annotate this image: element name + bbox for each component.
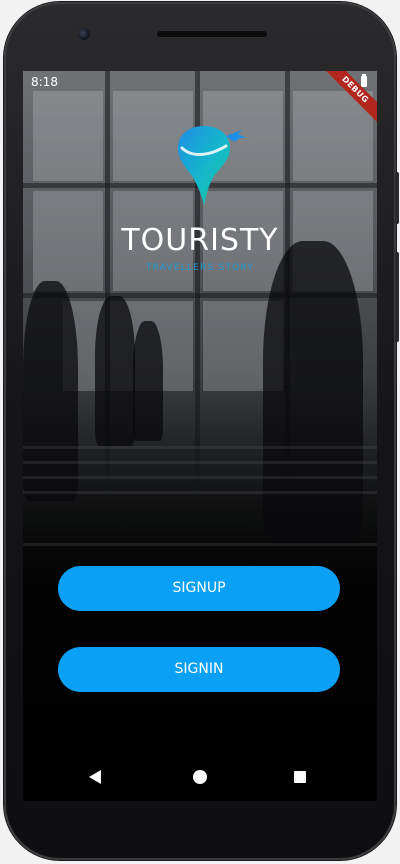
earpiece-speaker <box>156 30 268 38</box>
background-stair <box>23 476 377 479</box>
background-stair <box>23 543 377 546</box>
brand-subtitle: TRAVELLERS STORY <box>145 263 255 273</box>
map-pin-plane-icon <box>178 126 246 206</box>
person-silhouette <box>263 241 363 541</box>
volume-button <box>395 252 399 342</box>
recents-icon[interactable] <box>294 771 306 783</box>
signup-button[interactable]: SIGNUP <box>58 566 340 611</box>
back-icon[interactable] <box>89 770 101 784</box>
background-stair <box>23 446 377 449</box>
status-time: 8:18 <box>31 75 58 89</box>
app-screen: 8:18 DEBUG TOURISTY TRAVELLERS STORY SIG… <box>23 71 377 753</box>
brand-title: TOURISTY <box>121 223 279 258</box>
signin-button[interactable]: SIGNIN <box>58 647 340 692</box>
phone-frame: 8:18 DEBUG TOURISTY TRAVELLERS STORY SIG… <box>0 0 400 864</box>
front-camera <box>78 28 90 40</box>
power-button <box>395 172 399 224</box>
battery-icon <box>361 74 367 87</box>
person-silhouette <box>133 321 163 441</box>
system-navigation-bar <box>23 753 377 801</box>
background-window <box>33 91 103 181</box>
background-stair <box>23 491 377 494</box>
background-stair <box>23 461 377 464</box>
home-icon[interactable] <box>193 770 207 784</box>
status-bar: 8:18 <box>23 71 377 93</box>
person-silhouette <box>95 296 135 446</box>
person-silhouette <box>23 281 78 501</box>
